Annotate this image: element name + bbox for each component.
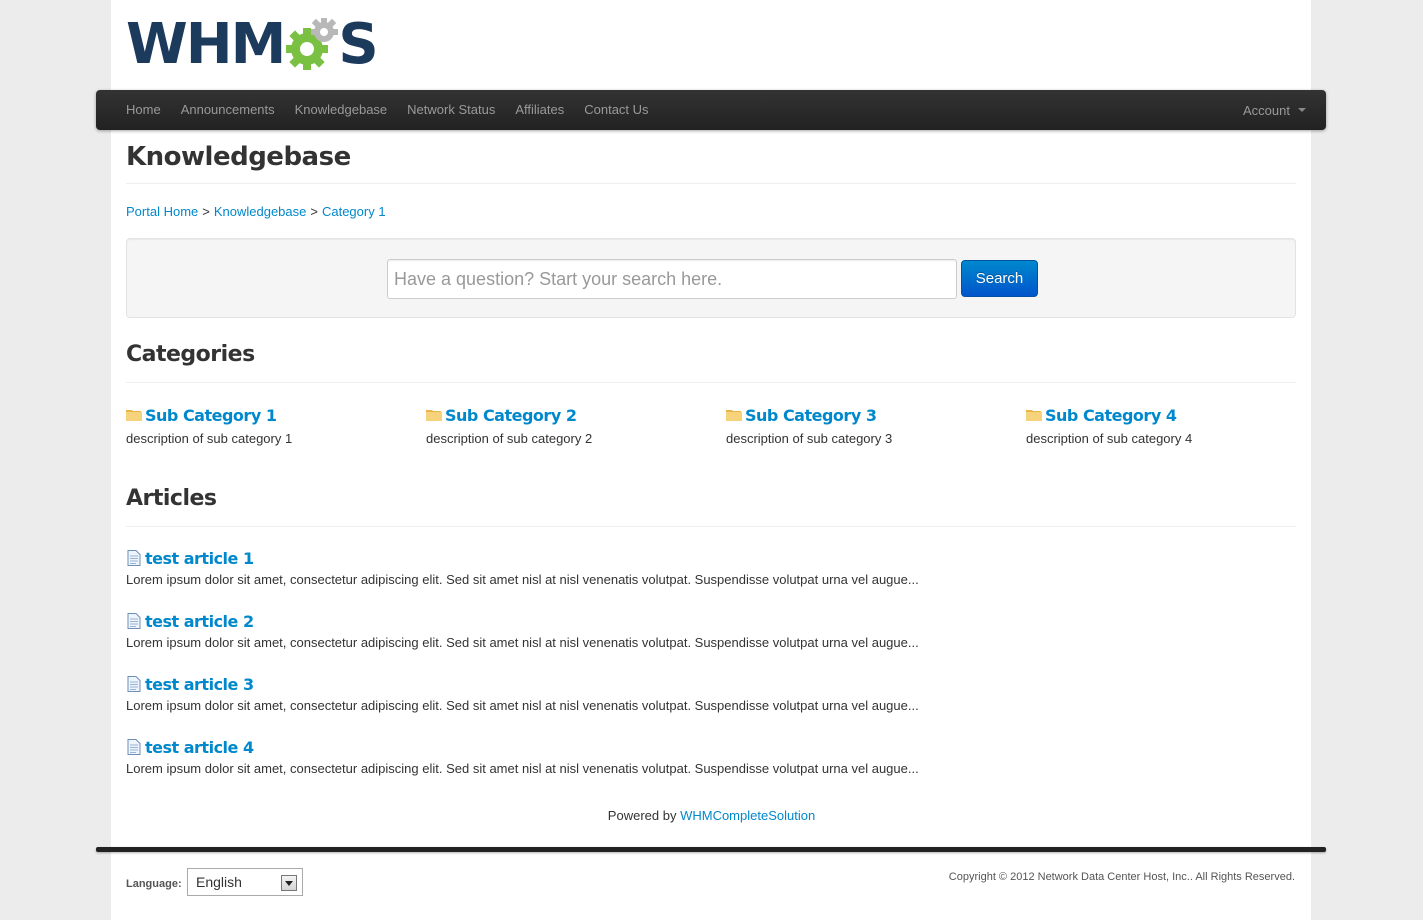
logo-text-right: S — [338, 12, 378, 77]
powered-by-prefix: Powered by — [607, 808, 677, 823]
caret-down-icon — [1298, 108, 1306, 112]
folder-icon — [1026, 410, 1042, 421]
nav-item-home[interactable]: Home — [116, 90, 171, 130]
document-icon — [127, 739, 141, 755]
category-description: description of sub category 2 — [426, 431, 593, 446]
language-selected-value: English — [196, 874, 242, 890]
article-excerpt: Lorem ipsum dolor sit amet, consectetur … — [126, 698, 919, 713]
categories-divider — [126, 382, 1296, 383]
article-item: test article 2 Lorem ipsum dolor sit ame… — [126, 610, 1026, 651]
folder-icon — [126, 410, 142, 421]
page-container — [111, 0, 1311, 920]
language-select[interactable]: English — [187, 868, 303, 896]
category-link[interactable]: Sub Category 1 — [145, 406, 277, 425]
nav-item-announcements[interactable]: Announcements — [171, 90, 285, 130]
article-link[interactable]: test article 1 — [145, 549, 254, 568]
document-icon — [127, 676, 141, 692]
language-label: Language: — [126, 878, 182, 890]
article-item: test article 1 Lorem ipsum dolor sit ame… — [126, 547, 1026, 588]
footer-divider — [96, 847, 1326, 852]
category-link[interactable]: Sub Category 3 — [745, 406, 877, 425]
top-navbar: Home Announcements Knowledgebase Network… — [96, 90, 1326, 130]
document-icon — [127, 613, 141, 629]
article-excerpt: Lorem ipsum dolor sit amet, consectetur … — [126, 761, 919, 776]
article-link[interactable]: test article 3 — [145, 675, 254, 694]
copyright-text: Copyright © 2012 Network Data Center Hos… — [948, 871, 1295, 883]
breadcrumb-separator: > — [202, 204, 210, 219]
category-link[interactable]: Sub Category 2 — [445, 406, 577, 425]
nav-menu: Home Announcements Knowledgebase Network… — [116, 90, 659, 130]
category-item: Sub Category 4 description of sub catego… — [1026, 404, 1316, 446]
account-dropdown[interactable]: Account — [1243, 90, 1306, 130]
title-divider — [126, 183, 1296, 184]
category-item: Sub Category 3 description of sub catego… — [726, 404, 1016, 446]
nav-item-network-status[interactable]: Network Status — [397, 90, 505, 130]
account-label: Account — [1243, 102, 1290, 118]
category-link[interactable]: Sub Category 4 — [1045, 406, 1177, 425]
whmcs-logo[interactable]: WHM S — [126, 12, 379, 77]
gear-logo-icon — [286, 18, 339, 70]
article-item: test article 3 Lorem ipsum dolor sit ame… — [126, 673, 1026, 714]
document-icon — [127, 550, 141, 566]
breadcrumb: Portal Home > Knowledgebase > Category 1 — [126, 204, 386, 219]
category-description: description of sub category 4 — [1026, 431, 1193, 446]
nav-item-contact-us[interactable]: Contact Us — [574, 90, 658, 130]
search-panel: Search — [126, 238, 1296, 318]
folder-icon — [726, 410, 742, 421]
category-description: description of sub category 1 — [126, 431, 293, 446]
dropdown-arrow-icon — [281, 875, 297, 891]
nav-item-knowledgebase[interactable]: Knowledgebase — [285, 90, 398, 130]
categories-heading: Categories — [126, 342, 255, 367]
article-link[interactable]: test article 2 — [145, 612, 254, 631]
powered-by-link[interactable]: WHMCompleteSolution — [680, 808, 815, 823]
category-item: Sub Category 2 description of sub catego… — [426, 404, 716, 446]
search-button[interactable]: Search — [961, 260, 1038, 297]
breadcrumb-knowledgebase[interactable]: Knowledgebase — [214, 204, 307, 219]
breadcrumb-portal-home[interactable]: Portal Home — [126, 204, 198, 219]
search-input[interactable] — [387, 259, 957, 299]
article-link[interactable]: test article 4 — [145, 738, 254, 757]
folder-icon — [426, 410, 442, 421]
logo-text-left: WHM — [126, 12, 286, 77]
category-description: description of sub category 3 — [726, 431, 893, 446]
category-item: Sub Category 1 description of sub catego… — [126, 404, 416, 446]
article-excerpt: Lorem ipsum dolor sit amet, consectetur … — [126, 635, 919, 650]
breadcrumb-separator: > — [310, 204, 318, 219]
article-excerpt: Lorem ipsum dolor sit amet, consectetur … — [126, 572, 919, 587]
page-title: Knowledgebase — [126, 142, 351, 172]
powered-by: Powered by WHMCompleteSolution — [0, 808, 1423, 823]
nav-item-affiliates[interactable]: Affiliates — [505, 90, 574, 130]
articles-heading: Articles — [126, 486, 217, 511]
article-item: test article 4 Lorem ipsum dolor sit ame… — [126, 736, 1026, 777]
articles-divider — [126, 526, 1296, 527]
breadcrumb-category-1[interactable]: Category 1 — [322, 204, 386, 219]
